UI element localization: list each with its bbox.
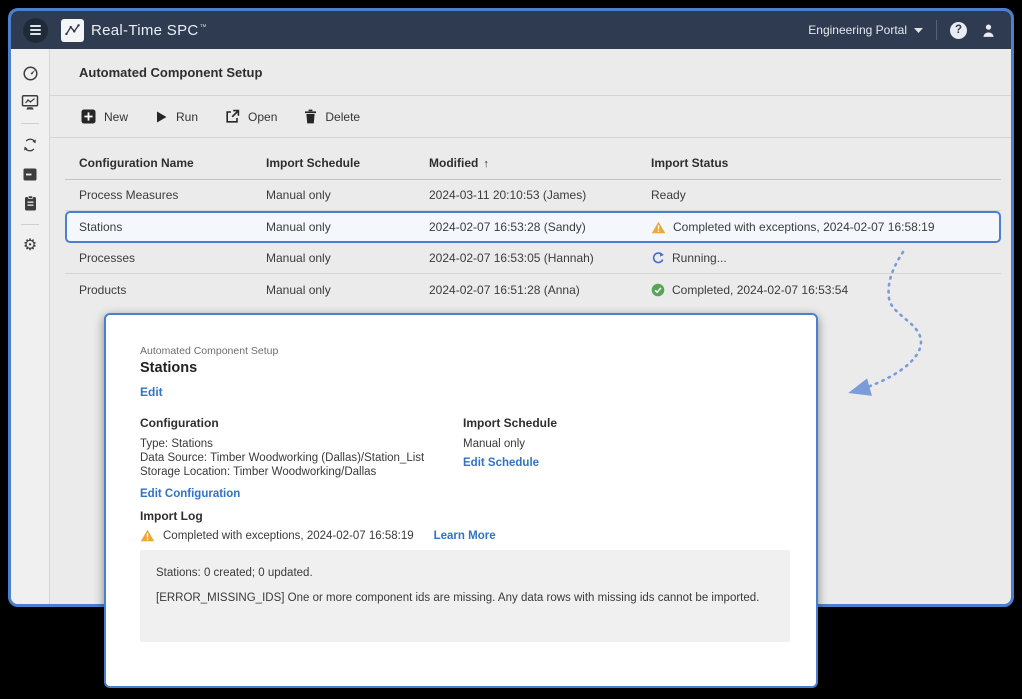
column-header-import-status[interactable]: Import Status bbox=[651, 156, 1001, 170]
chart-monitor-icon bbox=[21, 94, 39, 111]
table-row-products[interactable]: Products Manual only 2024-02-07 16:51:28… bbox=[65, 274, 1001, 305]
learn-more-link[interactable]: Learn More bbox=[434, 530, 496, 542]
sidebar-item-storage[interactable] bbox=[18, 163, 42, 185]
import-schedule-section: Import Schedule Manual only Edit Schedul… bbox=[463, 416, 557, 471]
running-refresh-icon bbox=[651, 251, 665, 265]
edit-schedule-link[interactable]: Edit Schedule bbox=[463, 457, 539, 469]
configuration-data-source: Data Source: Timber Woodworking (Dallas)… bbox=[140, 452, 424, 466]
top-navigation-bar: Real-Time SPC™ Engineering Portal ? bbox=[11, 11, 1011, 49]
sidebar-item-sync[interactable] bbox=[18, 134, 42, 156]
app-title: Real-Time SPC™ bbox=[91, 22, 207, 39]
sort-ascending-icon: ↑ bbox=[483, 158, 489, 170]
plus-square-icon bbox=[81, 109, 96, 124]
detail-panel-title: Stations bbox=[140, 360, 197, 376]
clipboard-icon bbox=[23, 195, 38, 212]
sidebar-divider bbox=[21, 123, 39, 124]
actions-toolbar: New Run Open bbox=[50, 96, 1011, 138]
configuration-storage-location: Storage Location: Timber Woodworking/Dal… bbox=[140, 466, 424, 480]
status-text: Ready bbox=[651, 188, 686, 202]
run-button[interactable]: Run bbox=[155, 110, 198, 124]
import-schedule-value: Manual only bbox=[463, 438, 557, 450]
user-icon bbox=[980, 22, 997, 39]
help-button[interactable]: ? bbox=[950, 22, 967, 39]
configurations-table: Configuration Name Import Schedule Modif… bbox=[65, 147, 1001, 305]
status-text: Running... bbox=[672, 251, 727, 265]
sidebar-item-dashboard[interactable] bbox=[18, 62, 42, 84]
delete-button[interactable]: Delete bbox=[304, 109, 360, 124]
screenshot-canvas: Real-Time SPC™ Engineering Portal ? bbox=[0, 0, 1022, 699]
hamburger-icon bbox=[30, 25, 41, 27]
configuration-type: Type: Stations bbox=[140, 438, 424, 452]
column-header-configuration-name[interactable]: Configuration Name bbox=[79, 156, 266, 170]
open-external-icon bbox=[225, 109, 240, 124]
stations-detail-panel: Automated Component Setup Stations Edit … bbox=[104, 313, 818, 688]
import-log-status-row: Completed with exceptions, 2024-02-07 16… bbox=[140, 529, 496, 542]
question-mark-icon: ? bbox=[955, 24, 962, 36]
import-schedule-heading: Import Schedule bbox=[463, 416, 557, 430]
portal-label: Engineering Portal bbox=[808, 23, 907, 37]
trash-icon bbox=[304, 109, 317, 124]
status-text: Completed with exceptions, 2024-02-07 16… bbox=[673, 220, 935, 234]
log-line: Stations: 0 created; 0 updated. bbox=[156, 567, 774, 579]
sidebar-item-charts[interactable] bbox=[18, 91, 42, 113]
portal-switcher-dropdown[interactable]: Engineering Portal bbox=[808, 23, 923, 37]
log-line: [ERROR_MISSING_IDS] One or more componen… bbox=[156, 592, 774, 604]
column-header-import-schedule[interactable]: Import Schedule bbox=[266, 156, 429, 170]
success-check-icon bbox=[651, 283, 665, 297]
configuration-heading: Configuration bbox=[140, 416, 424, 430]
chevron-down-icon bbox=[914, 28, 923, 33]
topbar-divider bbox=[936, 20, 937, 40]
edit-link[interactable]: Edit bbox=[140, 385, 163, 399]
sidebar-item-settings[interactable]: ⚙ bbox=[18, 235, 42, 257]
table-row-process-measures[interactable]: Process Measures Manual only 2024-03-11 … bbox=[65, 180, 1001, 211]
new-button[interactable]: New bbox=[81, 109, 128, 124]
breadcrumb: Automated Component Setup bbox=[140, 345, 278, 357]
sync-icon bbox=[22, 137, 38, 153]
archive-box-icon bbox=[22, 167, 38, 182]
import-log-heading: Import Log bbox=[140, 509, 203, 523]
table-row-processes[interactable]: Processes Manual only 2024-02-07 16:53:0… bbox=[65, 243, 1001, 274]
table-row-stations-selected[interactable]: Stations Manual only 2024-02-07 16:53:28… bbox=[65, 211, 1001, 243]
user-account-button[interactable] bbox=[980, 22, 997, 39]
spc-chart-logo-icon bbox=[63, 21, 82, 40]
gauge-dashboard-icon bbox=[22, 65, 39, 82]
gear-icon: ⚙ bbox=[23, 238, 37, 254]
status-text: Completed, 2024-02-07 16:53:54 bbox=[672, 283, 848, 297]
app-logo bbox=[61, 19, 84, 42]
left-icon-sidebar: ⚙ bbox=[11, 49, 50, 604]
sidebar-divider bbox=[21, 224, 39, 225]
configuration-section: Configuration Type: Stations Data Source… bbox=[140, 416, 424, 502]
edit-configuration-link[interactable]: Edit Configuration bbox=[140, 488, 240, 500]
page-header: Automated Component Setup bbox=[50, 49, 1011, 96]
trademark-symbol: ™ bbox=[200, 24, 207, 31]
import-log-status-text: Completed with exceptions, 2024-02-07 16… bbox=[163, 530, 414, 542]
table-header-row: Configuration Name Import Schedule Modif… bbox=[65, 147, 1001, 180]
import-log-output: Stations: 0 created; 0 updated. [ERROR_M… bbox=[140, 550, 790, 642]
page-title: Automated Component Setup bbox=[79, 65, 262, 80]
play-icon bbox=[155, 110, 168, 124]
sidebar-item-tasks[interactable] bbox=[18, 192, 42, 214]
column-header-modified[interactable]: Modified↑ bbox=[429, 156, 651, 170]
open-button[interactable]: Open bbox=[225, 109, 277, 124]
warning-icon bbox=[140, 529, 155, 542]
warning-icon bbox=[651, 221, 666, 234]
hamburger-menu-button[interactable] bbox=[23, 18, 48, 43]
